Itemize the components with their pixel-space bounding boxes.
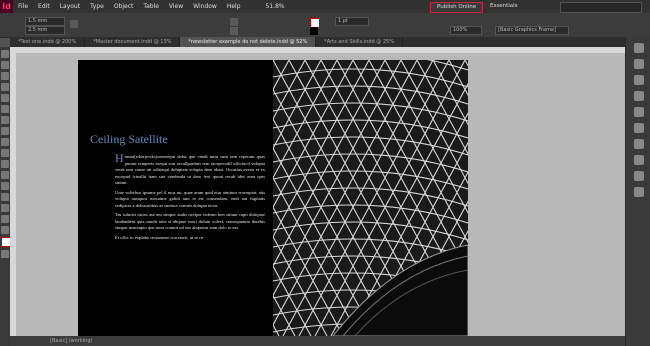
- tab-newsletter-example[interactable]: *newsletter example do not delete.indd @…: [180, 37, 317, 47]
- menu-object[interactable]: Object: [109, 3, 139, 10]
- scissors-tool-icon[interactable]: [1, 160, 9, 168]
- stroke-swatch-icon[interactable]: [310, 27, 318, 35]
- links-panel-icon[interactable]: [633, 75, 644, 85]
- status-text: [Basic] (working): [50, 338, 93, 344]
- drop-cap: H: [115, 151, 124, 165]
- menu-edit[interactable]: Edit: [33, 3, 55, 10]
- layers-panel-icon[interactable]: [633, 59, 644, 69]
- x-field[interactable]: 1.5 mm: [25, 17, 65, 26]
- hand-tool-icon[interactable]: [1, 215, 9, 223]
- pencil-tool-icon[interactable]: [1, 127, 9, 135]
- page-spread: Ceiling Satellite Harum[wkerjewkcjcensee…: [78, 60, 468, 336]
- paragraph-4: Et offic to explabo rectumeae corretorit…: [115, 234, 205, 240]
- menu-table[interactable]: Table: [138, 3, 164, 10]
- glass-roof-photo: [273, 60, 468, 336]
- status-bar: [Basic] (working): [10, 336, 625, 346]
- screen-mode-icon[interactable]: [1, 250, 9, 258]
- direct-selection-tool-icon[interactable]: [1, 61, 9, 69]
- pen-tool-icon[interactable]: [1, 116, 9, 124]
- stroke-weight-field[interactable]: 1 pt: [335, 17, 369, 26]
- zoom-tool-icon[interactable]: [1, 226, 9, 234]
- color-panel-icon[interactable]: [633, 107, 644, 117]
- paragraph-3: Tas solutist iurios aut am simpor audis …: [115, 212, 265, 230]
- text-wrap-panel-icon[interactable]: [633, 187, 644, 197]
- type-tool-icon[interactable]: [1, 94, 9, 102]
- note-tool-icon[interactable]: [1, 193, 9, 201]
- body-text-frame[interactable]: Harum[wkerjewkcjcenseequi dolut que vend…: [115, 151, 265, 244]
- workspace-switcher[interactable]: Essentials: [490, 3, 518, 9]
- tab-arts-and-skills[interactable]: *Arts and Skills.indd @ 25%: [316, 37, 403, 47]
- shear-icon[interactable]: [230, 27, 238, 35]
- menu-view[interactable]: View: [164, 3, 188, 10]
- paragraph-2: Unte volorbus ipsame pel il mos mi, quae…: [115, 189, 265, 208]
- free-transform-tool-icon[interactable]: [1, 171, 9, 179]
- paragraph-1: Harum[wkerjewkcjcenseequi dolut que vend…: [115, 151, 265, 187]
- tab-test-one[interactable]: *Test one.indd @ 200%: [10, 37, 86, 47]
- reference-point-icon[interactable]: [70, 20, 78, 28]
- menu-layout[interactable]: Layout: [55, 3, 85, 10]
- tab-master-document[interactable]: *Master document.indd @ 13%: [85, 37, 181, 47]
- publish-online-button[interactable]: Publish Online: [430, 2, 484, 13]
- y-field[interactable]: 2.5 mm: [25, 26, 65, 35]
- line-tool-icon[interactable]: [1, 105, 9, 113]
- page-headline[interactable]: Ceiling Satellite: [90, 132, 168, 147]
- search-input[interactable]: [560, 2, 642, 13]
- menu-type[interactable]: Type: [85, 3, 109, 10]
- left-page[interactable]: Ceiling Satellite Harum[wkerjewkcjcensee…: [78, 60, 273, 336]
- menu-bar: Id File Edit Layout Type Object Table Vi…: [0, 0, 650, 13]
- eyedropper-tool-icon[interactable]: [1, 204, 9, 212]
- right-page-image-frame[interactable]: [273, 60, 468, 336]
- object-style-field[interactable]: [Basic Graphics Frame]: [495, 26, 569, 35]
- paragraph-styles-panel-icon[interactable]: [633, 155, 644, 165]
- page-tool-icon[interactable]: [1, 72, 9, 80]
- pages-panel-icon[interactable]: [633, 43, 644, 53]
- gap-tool-icon[interactable]: [1, 83, 9, 91]
- control-panel: 1.5 mm 2.5 mm 1 pt 100% [Basic Graphics …: [0, 13, 650, 38]
- menu-file[interactable]: File: [13, 3, 33, 10]
- stroke-panel-icon[interactable]: [633, 91, 644, 101]
- right-panel-dock: [625, 37, 650, 346]
- menu-window[interactable]: Window: [188, 3, 222, 10]
- selection-tool-icon[interactable]: [1, 50, 9, 58]
- swatches-panel-icon[interactable]: [633, 123, 644, 133]
- rectangle-tool-icon[interactable]: [1, 149, 9, 157]
- gradient-tool-icon[interactable]: [1, 182, 9, 190]
- opacity-field[interactable]: 100%: [450, 26, 482, 35]
- zoom-level[interactable]: 51.8%: [266, 3, 285, 10]
- paragraph-1-text: arum[wkerjewkcjcenseequi dolut que vendi…: [115, 154, 265, 185]
- indesign-logo-icon: Id: [0, 0, 13, 13]
- rectangle-frame-tool-icon[interactable]: [1, 138, 9, 146]
- rotate-icon[interactable]: [230, 18, 238, 26]
- document-tabs: *Test one.indd @ 200% *Master document.i…: [10, 37, 625, 47]
- cc-libraries-panel-icon[interactable]: [633, 139, 644, 149]
- menu-help[interactable]: Help: [222, 3, 246, 10]
- character-styles-panel-icon[interactable]: [633, 171, 644, 181]
